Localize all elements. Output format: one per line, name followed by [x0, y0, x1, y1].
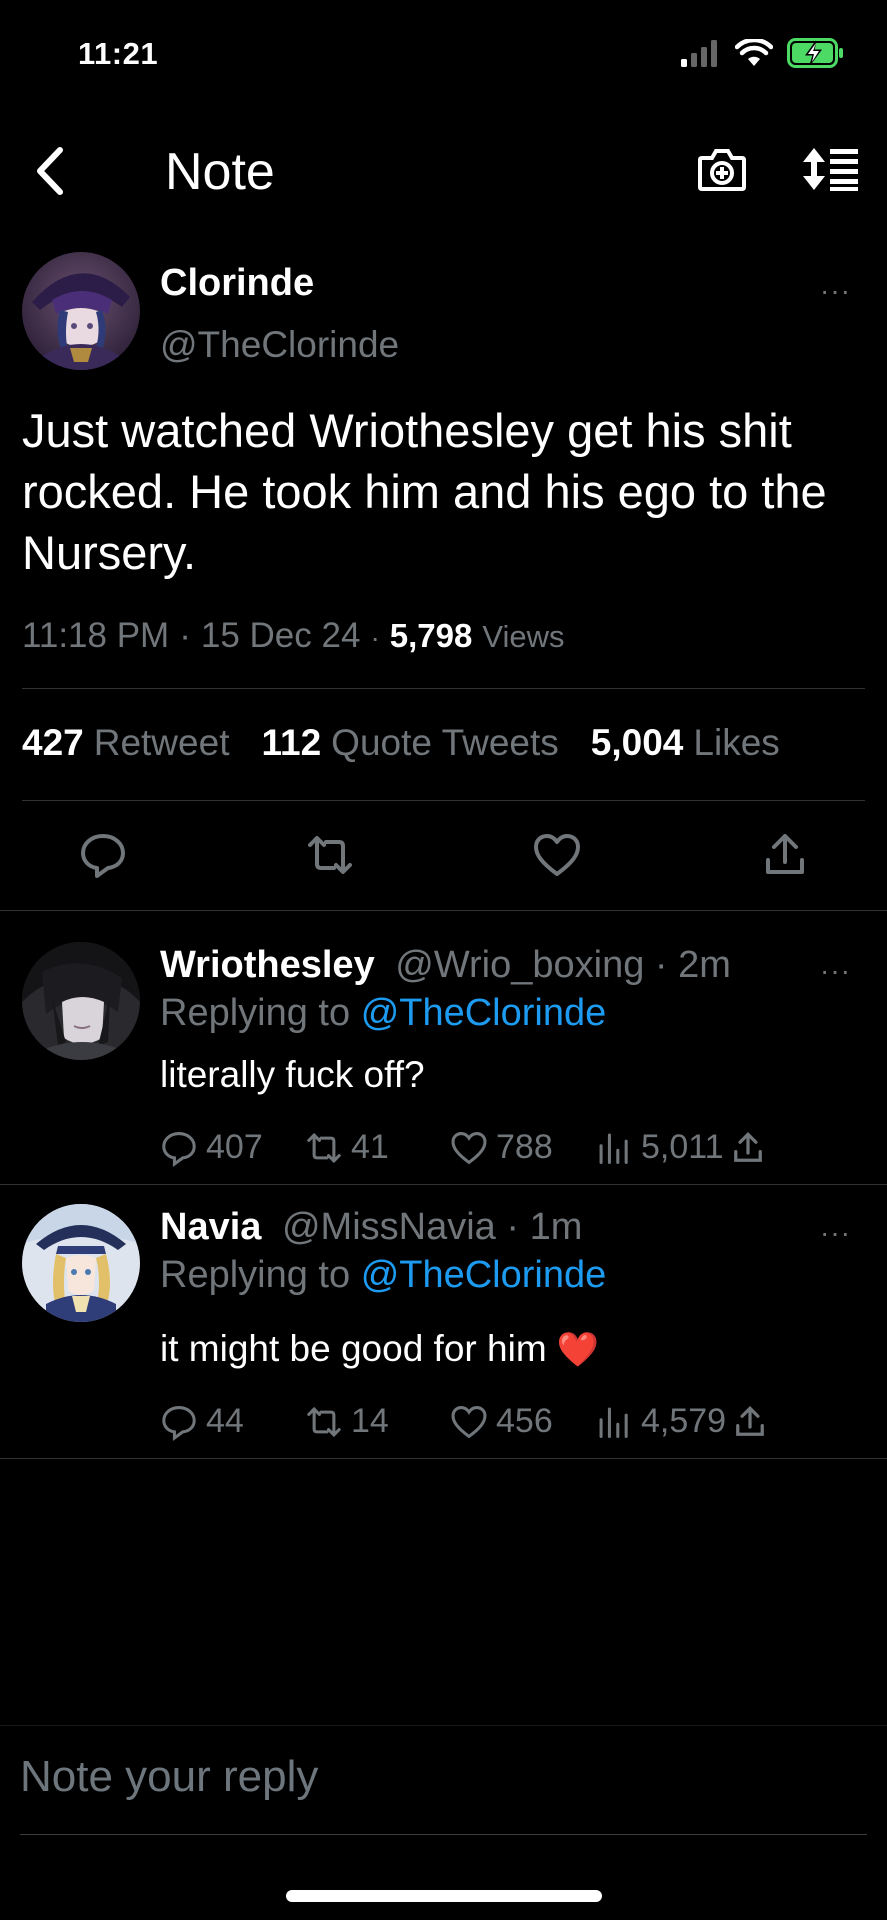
reply-comment-action[interactable]: 407	[160, 1128, 305, 1167]
like-count: 456	[496, 1402, 553, 1440]
reply-icon	[162, 1405, 196, 1441]
status-icons	[681, 38, 845, 68]
reply-actions: 44 14 456 4,579	[160, 1402, 768, 1441]
share-icon[interactable]	[760, 830, 810, 880]
tweet-time: 11:18 PM	[22, 616, 170, 655]
reply-handle-time[interactable]: @MissNavia · 1m	[282, 1206, 582, 1248]
divider	[22, 800, 865, 801]
replying-to-handle[interactable]: @TheClorinde	[361, 1254, 607, 1296]
tweet-text: Just watched Wriothesley get his shit ro…	[22, 404, 827, 579]
red-heart-emoji: ❤️	[556, 1330, 600, 1370]
status-time: 11:21	[78, 36, 159, 71]
avatar-wriothesley[interactable]	[22, 942, 140, 1060]
reply-input-placeholder[interactable]: Note your reply	[20, 1752, 318, 1802]
retweet-icon[interactable]	[305, 830, 355, 880]
reply-retweet-action[interactable]: 41	[305, 1128, 450, 1167]
author-name[interactable]: Clorinde	[160, 262, 314, 305]
replying-to: Replying to @TheClorinde	[160, 992, 606, 1035]
retweets-label: Retweet	[93, 722, 230, 763]
reply-actions: 407 41 788 5,011	[160, 1128, 766, 1167]
reply-text-line: it might be good for him ❤️	[160, 1328, 599, 1370]
reply-author-line: Navia @MissNavia · 1m	[160, 1206, 582, 1249]
views-bar-chart-icon	[599, 1133, 628, 1164]
tweet-stats: 427 Retweet 112 Quote Tweets 5,004 Likes	[22, 722, 780, 764]
author-handle[interactable]: @TheClorinde	[160, 324, 399, 366]
back-chevron-icon[interactable]	[30, 146, 70, 196]
battery-charging-icon	[787, 38, 843, 68]
share-icon[interactable]	[732, 1404, 768, 1440]
reply-text: it might be good for him	[160, 1328, 547, 1369]
like-heart-icon[interactable]	[532, 830, 582, 880]
views-count: 5,798	[389, 617, 473, 654]
replying-to-label: Replying to	[160, 992, 351, 1034]
divider	[0, 1458, 887, 1459]
reply-icon[interactable]	[78, 830, 128, 880]
retweet-count: 41	[351, 1128, 389, 1166]
replying-to: Replying to @TheClorinde	[160, 1254, 606, 1297]
likes-count: 5,004	[590, 722, 684, 763]
tweet-date: 15 Dec 24	[200, 616, 361, 655]
reply-count: 44	[206, 1402, 244, 1440]
wifi-icon	[735, 39, 773, 66]
retweet-count: 14	[351, 1402, 389, 1440]
reply-author-name[interactable]: Navia	[160, 1206, 261, 1248]
retweet-icon	[307, 1406, 341, 1437]
reply-handle-time[interactable]: @Wrio_boxing · 2m	[395, 944, 731, 986]
views-count: 4,579	[641, 1402, 727, 1440]
signal-icon	[681, 40, 717, 67]
replying-to-handle[interactable]: @TheClorinde	[361, 992, 607, 1034]
quotes-stat[interactable]: 112 Quote Tweets	[261, 722, 558, 764]
reply-author-name[interactable]: Wriothesley	[160, 944, 375, 986]
input-underline	[20, 1834, 867, 1835]
views-label: Views	[482, 619, 565, 654]
meta-separator: ·	[179, 616, 191, 655]
reply-views-action[interactable]: 4,579	[595, 1402, 726, 1441]
retweet-icon	[307, 1132, 341, 1163]
reply-like-action[interactable]: 788	[450, 1128, 595, 1167]
views-count: 5,011	[641, 1128, 724, 1166]
reply-views-action[interactable]: 5,011	[595, 1128, 724, 1167]
reply-comment-action[interactable]: 44	[160, 1402, 305, 1441]
avatar-navia[interactable]	[22, 1204, 140, 1322]
tweet-meta: 11:18 PM · 15 Dec 24 · 5,798 Views	[22, 616, 565, 656]
like-count: 788	[496, 1128, 553, 1166]
likes-label: Likes	[693, 722, 780, 763]
divider	[0, 1725, 887, 1726]
divider	[22, 688, 865, 689]
add-photo-camera-icon[interactable]	[697, 146, 747, 192]
reply-like-action[interactable]: 456	[450, 1402, 595, 1441]
retweets-stat[interactable]: 427 Retweet	[22, 722, 229, 764]
avatar-clorinde[interactable]	[22, 252, 140, 370]
reply-retweet-action[interactable]: 14	[305, 1402, 450, 1441]
quotes-count: 112	[261, 722, 322, 763]
reply-icon	[162, 1131, 196, 1167]
more-options-icon[interactable]: ···	[820, 1217, 851, 1249]
meta-separator: ·	[370, 622, 380, 653]
more-options-icon[interactable]: ···	[820, 955, 851, 987]
share-icon[interactable]	[730, 1130, 766, 1166]
page-title: Note	[165, 143, 275, 201]
views-bar-chart-icon	[599, 1407, 628, 1438]
reply-text: literally fuck off?	[160, 1054, 425, 1095]
reply-count: 407	[206, 1128, 263, 1166]
reply-author-line: Wriothesley @Wrio_boxing · 2m	[160, 944, 731, 987]
home-indicator[interactable]	[286, 1890, 602, 1902]
sort-lines-icon[interactable]	[802, 146, 860, 192]
retweets-count: 427	[22, 722, 84, 763]
likes-stat[interactable]: 5,004 Likes	[591, 722, 780, 764]
more-options-icon[interactable]: ···	[820, 275, 851, 307]
like-heart-icon	[451, 1405, 487, 1438]
quotes-label: Quote Tweets	[331, 722, 559, 763]
divider	[0, 910, 887, 911]
divider	[0, 1184, 887, 1185]
replying-to-label: Replying to	[160, 1254, 351, 1296]
like-heart-icon	[451, 1131, 487, 1164]
